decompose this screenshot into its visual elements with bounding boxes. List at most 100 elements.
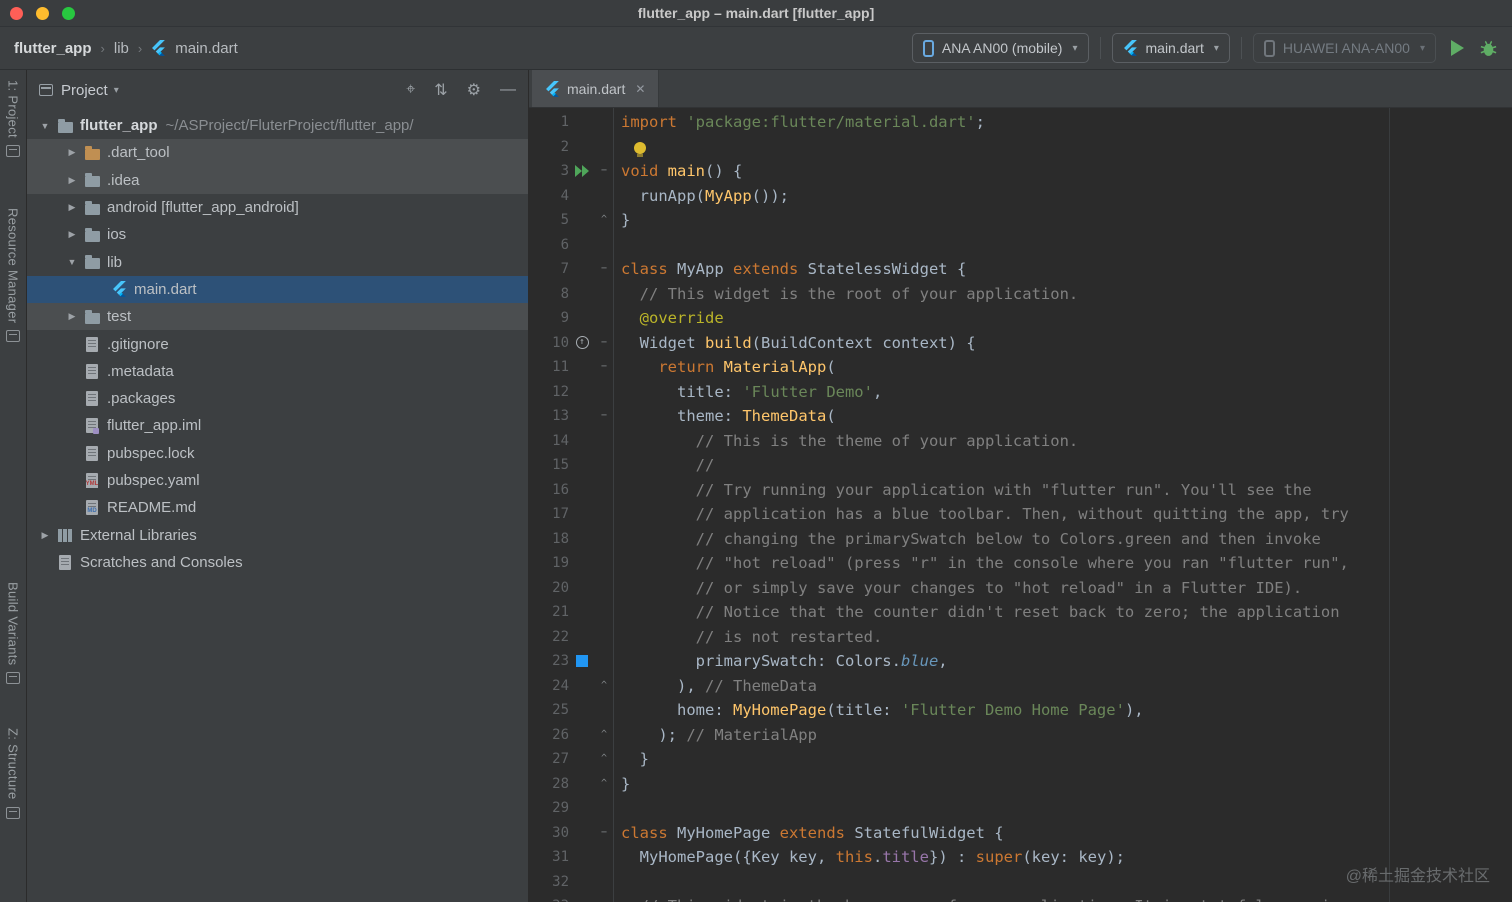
- breadcrumb-file[interactable]: main.dart: [175, 40, 238, 57]
- code-line-28[interactable]: 28 ^}: [529, 772, 1512, 797]
- code-line-16[interactable]: 16 // Try running your application with …: [529, 478, 1512, 503]
- code-line-10[interactable]: 10 ↑ − Widget build(BuildContext context) …: [529, 331, 1512, 356]
- close-tab-icon[interactable]: ✕: [635, 82, 645, 96]
- tree-item-.dart-tool[interactable]: ▶ .dart_tool: [27, 139, 528, 167]
- close-window-button[interactable]: [10, 7, 23, 20]
- device-selector-dropdown[interactable]: ANA AN00 (mobile) ▾: [911, 33, 1089, 63]
- code-line-1[interactable]: 1 import 'package:flutter/material.dart';: [529, 110, 1512, 135]
- fold-marker-icon[interactable]: ^: [595, 674, 613, 699]
- collapse-all-icon[interactable]: ⇅: [434, 80, 447, 100]
- code-line-27[interactable]: 27 ^ }: [529, 747, 1512, 772]
- code-line-4[interactable]: 4 runApp(MyApp());: [529, 184, 1512, 209]
- tool-window-button-structure[interactable]: Z: Structure: [0, 728, 26, 819]
- locate-file-icon[interactable]: ⌖: [406, 81, 415, 99]
- code-line-30[interactable]: 30 − class MyHomePage extends StatefulWidg…: [529, 821, 1512, 846]
- fold-marker-icon[interactable]: ^: [595, 208, 613, 233]
- secondary-device-dropdown[interactable]: HUAWEI ANA-AN00 ▾: [1252, 33, 1436, 63]
- hide-panel-icon[interactable]: —: [500, 81, 516, 99]
- code-line-23[interactable]: 23 primarySwatch: Colors.blue,: [529, 649, 1512, 674]
- tree-item-ios[interactable]: ▶ ios: [27, 221, 528, 248]
- fold-marker-icon[interactable]: −: [595, 257, 613, 282]
- project-panel-title[interactable]: Project: [61, 82, 108, 99]
- fold-marker-icon[interactable]: −: [595, 355, 613, 380]
- tree-item-.idea[interactable]: ▶ .idea: [27, 166, 528, 194]
- code-line-29[interactable]: 29: [529, 796, 1512, 821]
- code-line-5[interactable]: 5 ^}: [529, 208, 1512, 233]
- breadcrumb-lib[interactable]: lib: [114, 40, 129, 57]
- fold-marker-icon[interactable]: −: [595, 159, 613, 184]
- fold-marker-icon[interactable]: ^: [595, 747, 613, 772]
- fold-marker-icon[interactable]: ^: [595, 723, 613, 748]
- code-line-2[interactable]: 2: [529, 135, 1512, 160]
- tree-item-scratches-and-consoles[interactable]: Scratches and Consoles: [27, 549, 528, 576]
- tree-item-android-flutter-app-android-[interactable]: ▶ android [flutter_app_android]: [27, 194, 528, 221]
- code-line-25[interactable]: 25 home: MyHomePage(title: 'Flutter Demo…: [529, 698, 1512, 723]
- fold-marker-icon[interactable]: −: [595, 331, 613, 356]
- chevron-right-icon[interactable]: ▶: [35, 530, 55, 541]
- tool-window-button-build-variants[interactable]: Build Variants: [0, 582, 26, 685]
- code-line-3[interactable]: 3 − void main() {: [529, 159, 1512, 184]
- fold-marker-icon[interactable]: −: [595, 821, 613, 846]
- tree-item-pubspec.lock[interactable]: pubspec.lock: [27, 440, 528, 467]
- run-button[interactable]: [1451, 40, 1464, 56]
- code-line-9[interactable]: 9 @override: [529, 306, 1512, 331]
- code-line-17[interactable]: 17 // application has a blue toolbar. Th…: [529, 502, 1512, 527]
- tool-window-button-resource-manager[interactable]: Resource Manager: [0, 208, 26, 343]
- run-configuration-dropdown[interactable]: main.dart ▾: [1111, 33, 1230, 63]
- gutter-separator: [613, 108, 614, 902]
- tree-item-test[interactable]: ▶ test: [27, 303, 528, 331]
- code-line-14[interactable]: 14 // This is the theme of your applicat…: [529, 429, 1512, 454]
- code-line-19[interactable]: 19 // "hot reload" (press "r" in the con…: [529, 551, 1512, 576]
- code-line-21[interactable]: 21 // Notice that the counter didn't res…: [529, 600, 1512, 625]
- tool-window-button-project[interactable]: 1: Project: [0, 80, 26, 157]
- code-line-6[interactable]: 6: [529, 233, 1512, 258]
- tree-item-readme.md[interactable]: MD README.md: [27, 494, 528, 521]
- tree-item-pubspec.yaml[interactable]: YML pubspec.yaml: [27, 467, 528, 494]
- tree-item-external-libraries[interactable]: ▶ External Libraries: [27, 521, 528, 548]
- color-preview-icon[interactable]: [576, 655, 588, 668]
- chevron-down-icon[interactable]: ▾: [114, 85, 119, 96]
- code-editor[interactable]: 1 import 'package:flutter/material.dart';…: [529, 108, 1512, 902]
- run-main-icon[interactable]: [574, 165, 590, 178]
- chevron-down-icon[interactable]: ▼: [35, 121, 55, 131]
- code-line-33[interactable]: 33 // This widget is the home page of yo…: [529, 894, 1512, 902]
- minimize-window-button[interactable]: [36, 7, 49, 20]
- breadcrumb-separator-icon: ›: [137, 40, 143, 56]
- tree-item-flutter-app.iml[interactable]: flutter_app.iml: [27, 412, 528, 439]
- chevron-right-icon[interactable]: ▶: [62, 229, 82, 240]
- override-method-icon[interactable]: ↑: [575, 336, 589, 350]
- gear-icon[interactable]: ⚙: [467, 80, 481, 100]
- gutter-icon-slot: [569, 527, 595, 552]
- zoom-window-button[interactable]: [62, 7, 75, 20]
- fold-marker-icon[interactable]: ^: [595, 772, 613, 797]
- gutter-icon-slot: [569, 796, 595, 821]
- chevron-right-icon[interactable]: ▶: [62, 202, 82, 213]
- code-line-7[interactable]: 7 − class MyApp extends StatelessWidget {: [529, 257, 1512, 282]
- tree-item-.packages[interactable]: .packages: [27, 385, 528, 412]
- chevron-right-icon[interactable]: ▶: [62, 147, 82, 158]
- tree-item-flutter-app[interactable]: ▼ flutter_app ~/ASProject/FluterProject/fl…: [27, 112, 528, 139]
- code-line-24[interactable]: 24 ^ ), // ThemeData: [529, 674, 1512, 699]
- tree-item-lib[interactable]: ▼ lib: [27, 248, 528, 275]
- code-line-15[interactable]: 15 //: [529, 453, 1512, 478]
- chevron-down-icon[interactable]: ▼: [62, 257, 82, 267]
- breadcrumb-project[interactable]: flutter_app: [14, 40, 92, 57]
- chevron-right-icon[interactable]: ▶: [62, 311, 82, 322]
- tab-main-dart[interactable]: main.dart ✕: [532, 70, 660, 107]
- fold-marker-icon[interactable]: −: [595, 404, 613, 429]
- intention-bulb-icon[interactable]: [634, 141, 646, 157]
- debug-button[interactable]: [1479, 39, 1498, 58]
- tree-item-.gitignore[interactable]: .gitignore: [27, 330, 528, 357]
- tree-item-.metadata[interactable]: .metadata: [27, 358, 528, 385]
- code-line-11[interactable]: 11 − return MaterialApp(: [529, 355, 1512, 380]
- code-line-18[interactable]: 18 // changing the primarySwatch below t…: [529, 527, 1512, 552]
- code-line-20[interactable]: 20 // or simply save your changes to "ho…: [529, 576, 1512, 601]
- code-line-13[interactable]: 13 − theme: ThemeData(: [529, 404, 1512, 429]
- code-line-8[interactable]: 8 // This widget is the root of your app…: [529, 282, 1512, 307]
- code-line-26[interactable]: 26 ^ ); // MaterialApp: [529, 723, 1512, 748]
- code-line-12[interactable]: 12 title: 'Flutter Demo',: [529, 380, 1512, 405]
- code-line-22[interactable]: 22 // is not restarted.: [529, 625, 1512, 650]
- tree-item-main.dart[interactable]: main.dart: [27, 275, 528, 304]
- chevron-right-icon[interactable]: ▶: [62, 175, 82, 186]
- tree-item-label: README.md: [107, 499, 197, 517]
